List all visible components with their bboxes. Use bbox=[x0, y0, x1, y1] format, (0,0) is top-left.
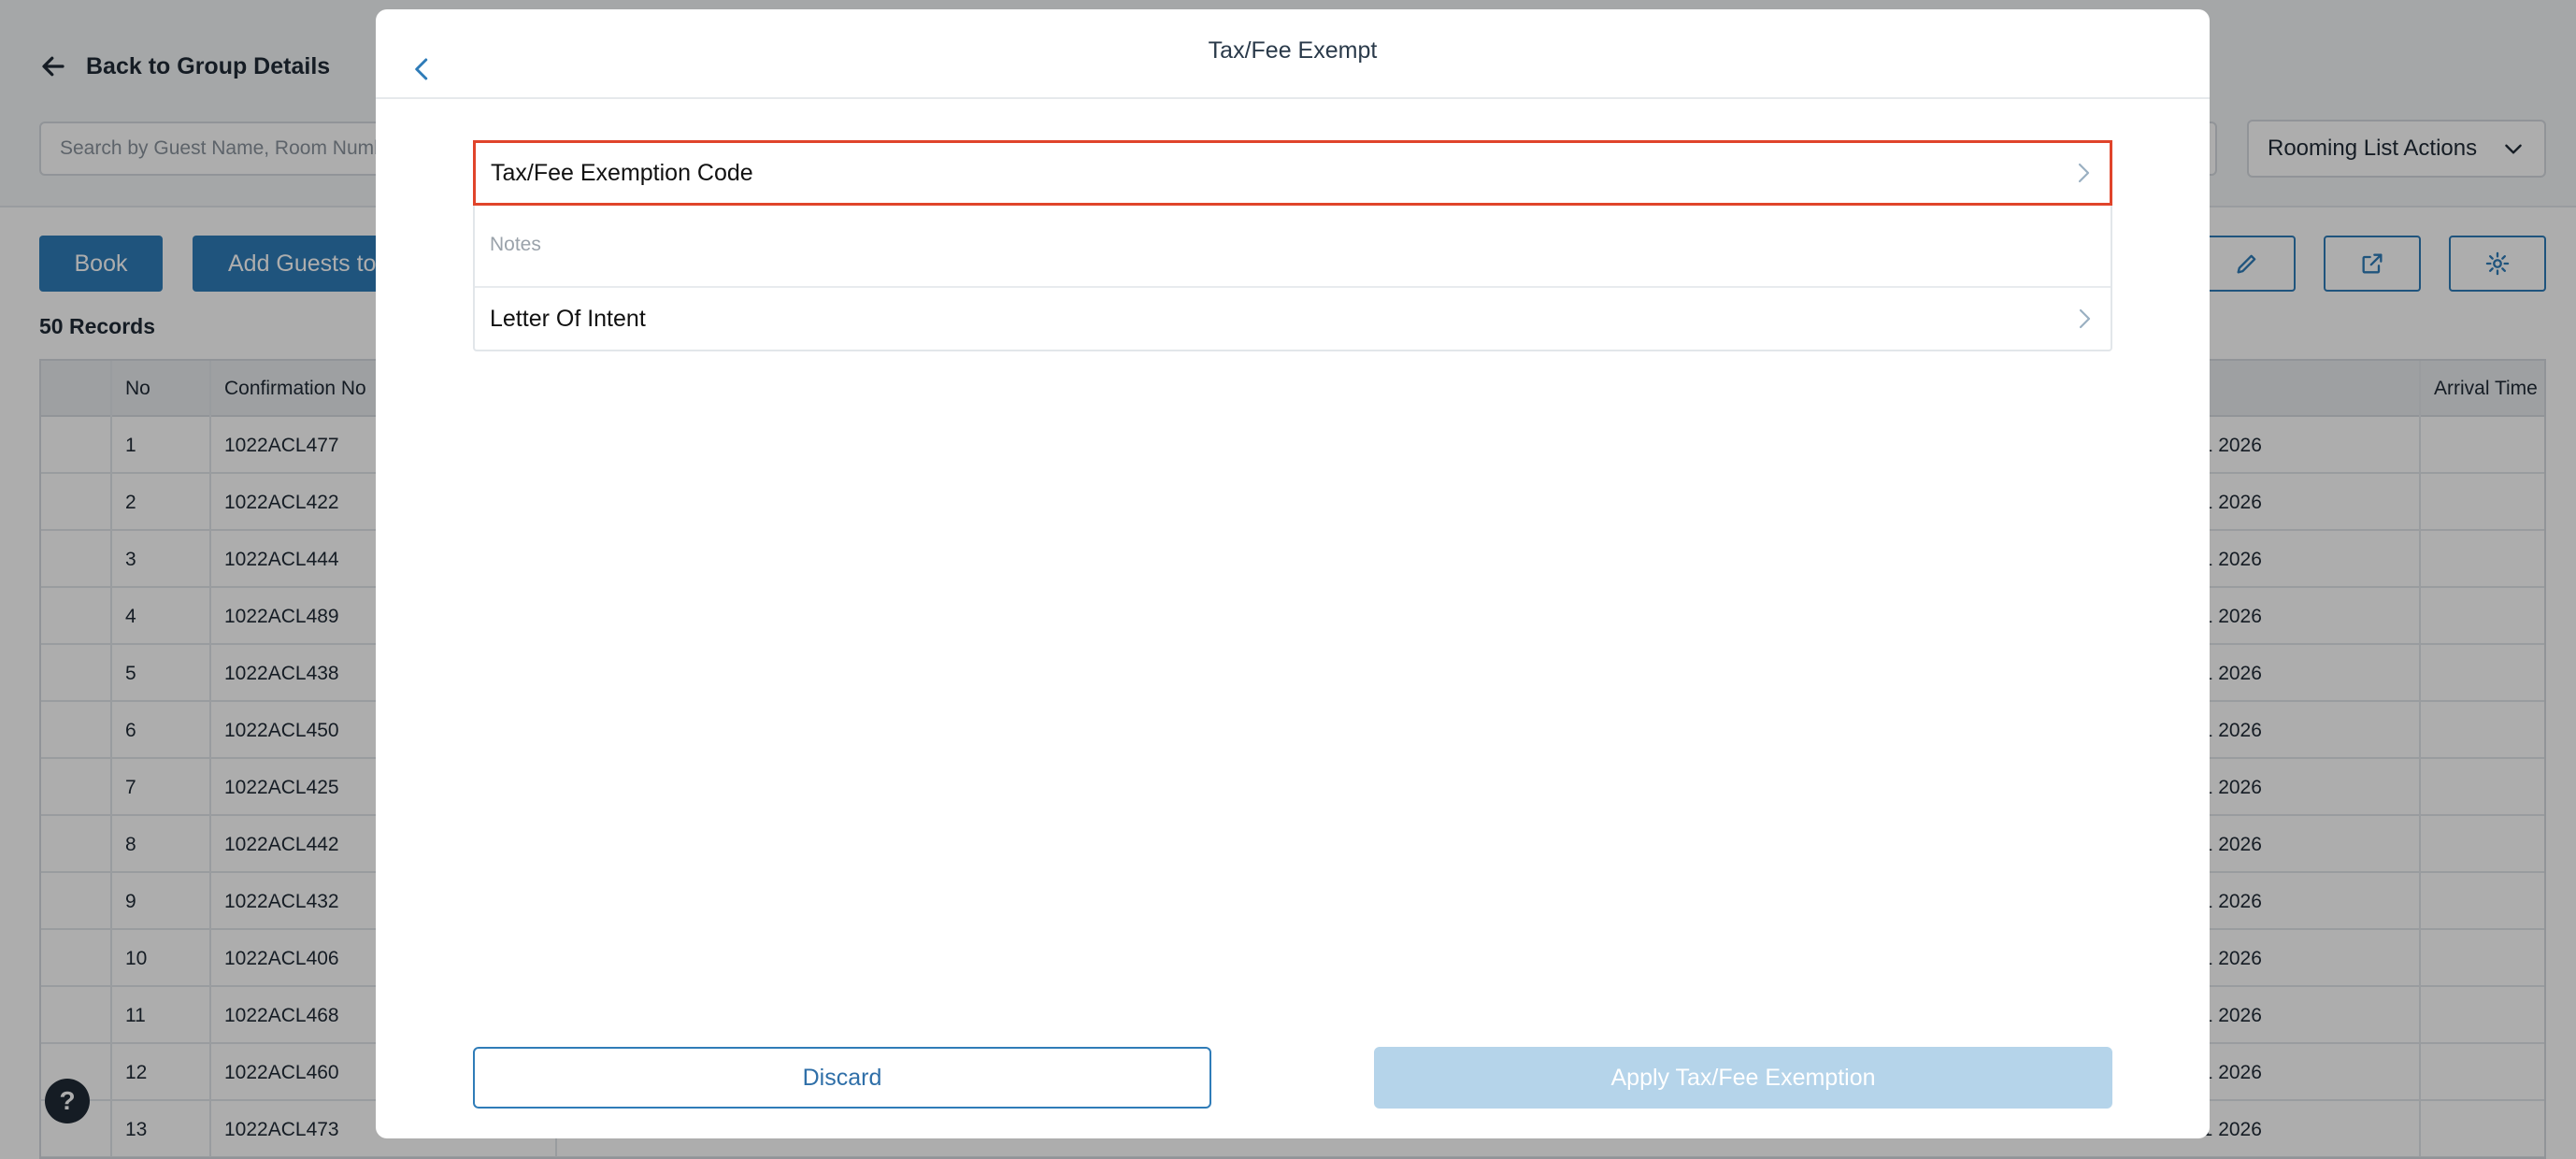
tax-fee-exemption-code-row[interactable]: Tax/Fee Exemption Code bbox=[473, 140, 2112, 206]
chevron-right-icon bbox=[2079, 308, 2091, 329]
letter-of-intent-label: Letter Of Intent bbox=[490, 305, 646, 332]
modal-title: Tax/Fee Exempt bbox=[1208, 37, 1378, 64]
notes-field[interactable]: Notes bbox=[475, 204, 2111, 288]
notes-placeholder: Notes bbox=[490, 234, 541, 255]
letter-of-intent-row[interactable]: Letter Of Intent bbox=[475, 288, 2111, 350]
modal-header: Tax/Fee Exempt bbox=[376, 9, 2210, 99]
exemption-form: Tax/Fee Exemption Code Notes Letter Of I… bbox=[473, 140, 2112, 351]
chevron-right-icon bbox=[2078, 163, 2090, 183]
apply-tax-fee-exemption-button[interactable]: Apply Tax/Fee Exemption bbox=[1374, 1047, 2112, 1109]
discard-button[interactable]: Discard bbox=[473, 1047, 1211, 1109]
exemption-code-label: Tax/Fee Exemption Code bbox=[491, 159, 753, 186]
tax-fee-exempt-modal: Tax/Fee Exempt Tax/Fee Exemption Code No… bbox=[376, 9, 2210, 1138]
